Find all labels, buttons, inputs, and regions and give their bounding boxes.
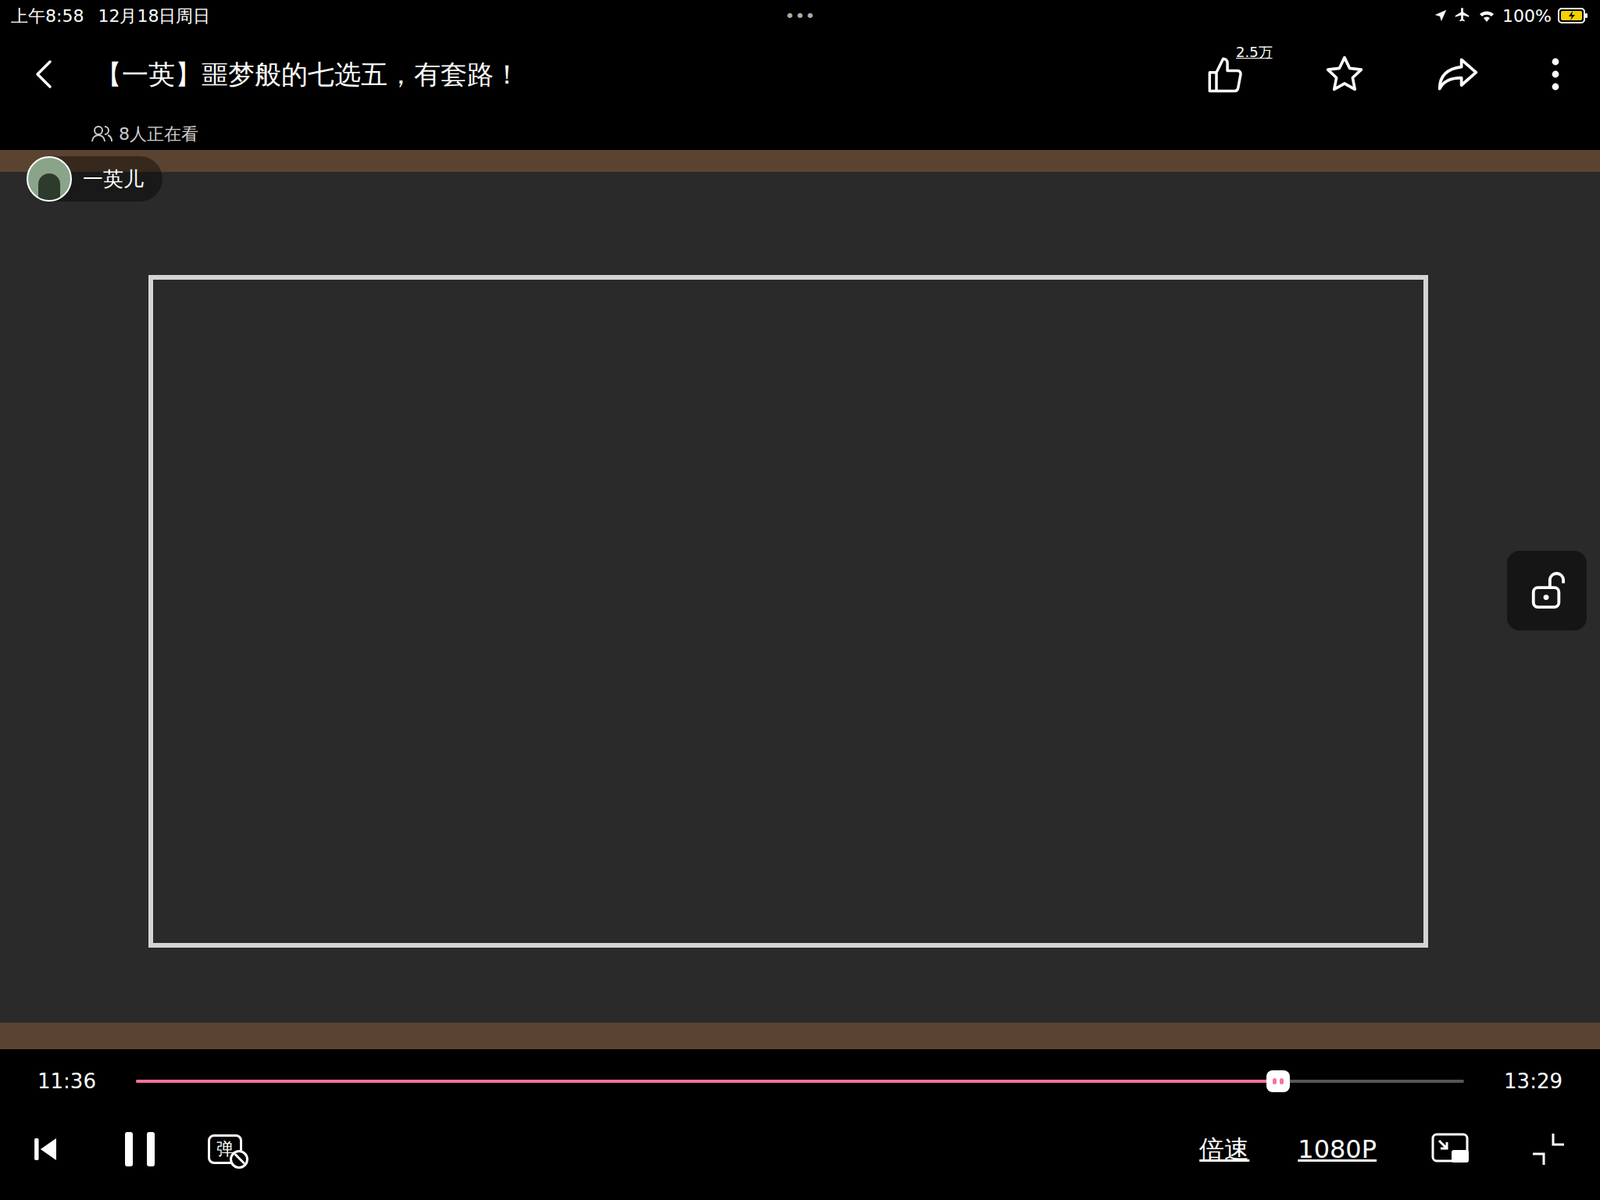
avatar — [26, 156, 72, 202]
thumbs-up-icon — [1206, 55, 1247, 97]
viewers-row: 8人正在看 — [0, 117, 1600, 150]
viewer-count: 8人正在看 — [118, 121, 199, 147]
wifi-icon — [1477, 7, 1497, 24]
airplane-icon — [1453, 7, 1472, 25]
video-title: 【一英】噩梦般的七选五，有套路！ — [95, 54, 1207, 95]
player-controls: 11:36 13:29 弹 倍速 1080P — [0, 1049, 1600, 1200]
player-screen: 上午8:58 12月18日周日 ••• 100% 【一英】噩梦般的七选五，有套路… — [0, 0, 1600, 1200]
progress-thumb[interactable] — [1266, 1070, 1290, 1093]
quality-button[interactable]: 1080P — [1297, 1130, 1377, 1168]
play-pause-button[interactable] — [121, 1129, 158, 1169]
share-icon[interactable] — [1435, 53, 1480, 95]
duration: 13:29 — [1503, 1066, 1563, 1097]
uploader-badge[interactable]: 一英儿 — [26, 156, 163, 202]
like-button[interactable]: 2.5万 — [1206, 50, 1254, 98]
battery-icon — [1557, 7, 1590, 25]
board-edge — [0, 1022, 1600, 1050]
chalk-frame — [148, 275, 1429, 948]
lock-button[interactable] — [1507, 550, 1587, 631]
more-dots[interactable]: ••• — [785, 3, 816, 29]
back-icon[interactable] — [31, 57, 57, 92]
like-count: 2.5万 — [1235, 41, 1273, 63]
progress-track[interactable] — [135, 1079, 1465, 1083]
board-edge — [0, 150, 1600, 172]
picture-in-picture-icon[interactable] — [1431, 1132, 1471, 1166]
location-icon — [1433, 8, 1448, 23]
more-icon[interactable] — [1550, 57, 1561, 92]
current-time: 11:36 — [37, 1066, 97, 1097]
pause-icon — [123, 1130, 157, 1168]
clock: 上午8:58 — [10, 3, 84, 29]
title-bar: 【一英】噩梦般的七选五，有套路！ 2.5万 — [0, 31, 1600, 118]
battery-level: 100% — [1502, 3, 1552, 29]
speed-button[interactable]: 倍速 — [1199, 1130, 1250, 1168]
date: 12月18日周日 — [97, 3, 211, 29]
people-icon — [90, 124, 115, 143]
uploader-name: 一英儿 — [82, 164, 144, 195]
exit-fullscreen-icon[interactable] — [1531, 1132, 1566, 1167]
padlock-icon — [1528, 571, 1565, 611]
status-bar: 上午8:58 12月18日周日 ••• 100% — [0, 0, 1600, 32]
star-icon[interactable] — [1323, 53, 1366, 96]
progress-fill — [135, 1079, 1279, 1083]
control-row: 弹 倍速 1080P — [0, 1113, 1600, 1186]
progress-row: 11:36 13:29 — [0, 1049, 1600, 1114]
video-frame[interactable]: 一英儿 — [0, 150, 1600, 1050]
danmaku-toggle[interactable]: 弹 — [207, 1129, 250, 1169]
disabled-icon — [229, 1150, 249, 1169]
skip-back-icon[interactable] — [32, 1135, 58, 1163]
